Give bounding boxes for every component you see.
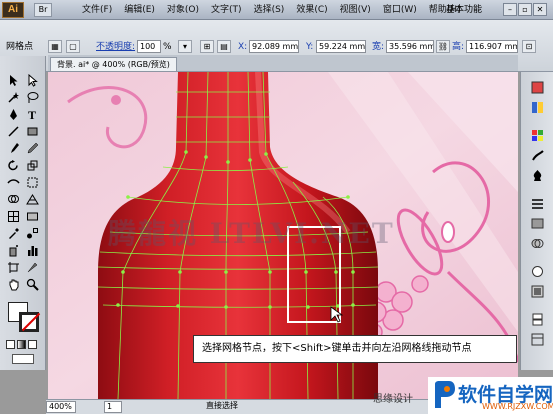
eyedropper-tool-icon[interactable] xyxy=(4,225,22,241)
y-input[interactable]: 59.224 mm xyxy=(316,40,366,53)
pencil-tool-icon[interactable] xyxy=(23,140,41,156)
opacity-input[interactable]: 100 xyxy=(137,40,161,53)
free-transform-tool-icon[interactable] xyxy=(23,174,41,190)
document-tab-bar: 背景. ai* @ 400% (RGB/预览) xyxy=(48,55,518,72)
menu-file[interactable]: 文件(F) xyxy=(76,0,118,20)
tutorial-caption: 选择网格节点，按下<Shift>键单击并向左沿网格线拖动节点 xyxy=(193,335,517,363)
perspective-grid-tool-icon[interactable] xyxy=(23,191,41,207)
symbol-sprayer-tool-icon[interactable] xyxy=(4,242,22,258)
swatches-panel-icon[interactable] xyxy=(529,128,546,143)
height-label: 高: xyxy=(452,42,465,52)
watermark-text: 腾龍视 LTLVI.NET xyxy=(108,217,395,250)
maximize-button[interactable]: ▫ xyxy=(518,3,532,16)
brand-watermark: 软件自学网 WWW.RJZXW.COM xyxy=(428,377,553,414)
fill-swatch-icon[interactable]: ▦ xyxy=(48,40,62,53)
watermark-bottom-text: 思缘设计 xyxy=(373,394,413,405)
mesh-tool-icon[interactable] xyxy=(4,208,22,224)
minimize-button[interactable]: – xyxy=(503,3,517,16)
lasso-tool-icon[interactable] xyxy=(23,89,41,105)
app-title-bar: Ai Br 文件(F) 编辑(E) 对象(O) 文字(T) 选择(S) 效果(C… xyxy=(0,0,553,20)
stroke-panel-icon[interactable] xyxy=(529,196,546,211)
paintbrush-tool-icon[interactable] xyxy=(4,140,22,156)
width-input[interactable]: 35.596 mm xyxy=(386,40,434,53)
transparency-panel-icon[interactable] xyxy=(529,236,546,251)
current-tool-status[interactable]: 直接选择 xyxy=(204,401,262,413)
opacity-label[interactable]: 不透明度: xyxy=(96,40,135,54)
brand-logo-icon xyxy=(435,381,455,408)
magic-wand-icon[interactable] xyxy=(4,89,22,105)
bridge-button[interactable]: Br xyxy=(34,3,52,17)
close-button[interactable]: ✕ xyxy=(533,3,547,16)
color-mode-icon[interactable] xyxy=(6,340,15,349)
column-graph-tool-icon[interactable] xyxy=(23,242,41,258)
mesh-options-icon[interactable]: ⊞ xyxy=(200,40,214,53)
artboard-tool-icon[interactable] xyxy=(4,259,22,275)
rectangle-tool-icon[interactable] xyxy=(23,123,41,139)
menu-object[interactable]: 对象(O) xyxy=(161,0,205,20)
flower-bud xyxy=(441,221,455,243)
rotate-tool-icon[interactable] xyxy=(4,157,22,173)
scale-tool-icon[interactable] xyxy=(23,157,41,173)
brushes-panel-icon[interactable] xyxy=(529,148,546,163)
none-mode-icon[interactable] xyxy=(28,340,37,349)
line-tool-icon[interactable] xyxy=(4,123,22,139)
menu-type[interactable]: 文字(T) xyxy=(205,0,248,20)
stroke-swatch-icon[interactable]: ▢ xyxy=(66,40,80,53)
gradient-mode-icon[interactable] xyxy=(17,340,26,349)
transform-panel-icon[interactable]: ⊡ xyxy=(522,40,536,53)
slice-tool-icon[interactable] xyxy=(23,259,41,275)
color-guide-icon[interactable] xyxy=(529,100,546,115)
panel-dock xyxy=(520,72,553,370)
selection-type-label: 网格点 xyxy=(6,42,34,52)
page-number-field[interactable]: 1 xyxy=(104,401,122,413)
menu-view[interactable]: 视图(V) xyxy=(334,0,377,20)
blend-tool-icon[interactable] xyxy=(23,225,41,241)
layers-panel-icon[interactable] xyxy=(529,312,546,327)
direct-selection-tool-icon[interactable] xyxy=(23,72,41,88)
menu-window[interactable]: 窗口(W) xyxy=(377,0,423,20)
gradient-panel-icon[interactable] xyxy=(529,216,546,231)
style-picker-icon[interactable]: ▾ xyxy=(178,40,192,53)
pen-tool-icon[interactable] xyxy=(4,106,22,122)
zoom-level-field[interactable]: 400% xyxy=(46,401,76,413)
align-icon[interactable]: ▤ xyxy=(217,40,231,53)
selection-tool-icon[interactable] xyxy=(4,72,22,88)
stroke-color-box[interactable] xyxy=(19,312,39,332)
menu-select[interactable]: 选择(S) xyxy=(248,0,291,20)
svg-text:T: T xyxy=(28,108,36,121)
color-panel-icon[interactable] xyxy=(529,80,546,95)
graphic-styles-panel-icon[interactable] xyxy=(529,284,546,299)
height-input[interactable]: 116.907 mm xyxy=(466,40,518,53)
width-label: 宽: xyxy=(372,42,385,52)
artboards-panel-icon[interactable] xyxy=(529,332,546,347)
workspace-switcher[interactable]: 基本功能 xyxy=(446,4,482,17)
hand-tool-icon[interactable] xyxy=(4,276,22,292)
color-mode-buttons xyxy=(6,340,40,350)
app-logo: Ai xyxy=(2,2,24,18)
appearance-panel-icon[interactable] xyxy=(529,264,546,279)
x-label: X: xyxy=(238,42,248,52)
fill-stroke-selector[interactable] xyxy=(8,302,40,332)
screen-mode-icon[interactable] xyxy=(12,354,34,364)
zoom-tool-icon[interactable] xyxy=(23,276,41,292)
x-input[interactable]: 92.089 mm xyxy=(249,40,299,53)
document-tab[interactable]: 背景. ai* @ 400% (RGB/预览) xyxy=(50,57,177,71)
menu-effect[interactable]: 效果(C) xyxy=(290,0,333,20)
type-tool-icon[interactable]: T xyxy=(23,106,41,122)
menu-bar: 文件(F) 编辑(E) 对象(O) 文字(T) 选择(S) 效果(C) 视图(V… xyxy=(76,0,467,20)
brand-url: WWW.RJZXW.COM xyxy=(482,402,553,411)
width-tool-icon[interactable] xyxy=(4,174,22,190)
shape-builder-tool-icon[interactable] xyxy=(4,191,22,207)
link-proportions-icon[interactable]: ⛓ xyxy=(436,40,450,53)
gradient-tool-icon[interactable] xyxy=(23,208,41,224)
symbols-panel-icon[interactable] xyxy=(529,168,546,183)
tools-panel: T xyxy=(0,56,46,370)
swirl-dot xyxy=(111,95,121,105)
opacity-unit: % xyxy=(163,42,172,52)
y-label: Y: xyxy=(306,42,314,52)
menu-edit[interactable]: 编辑(E) xyxy=(118,0,161,20)
